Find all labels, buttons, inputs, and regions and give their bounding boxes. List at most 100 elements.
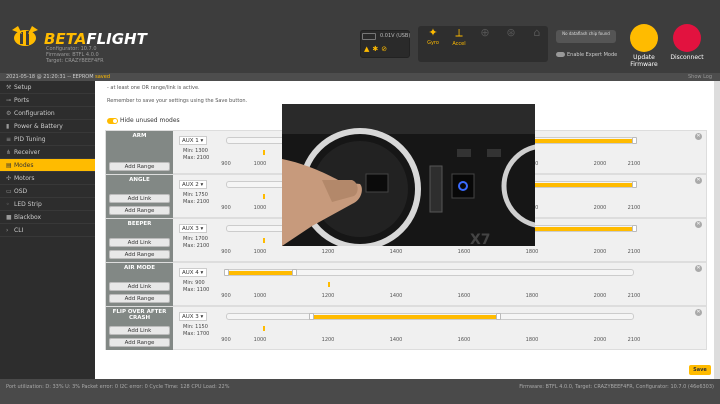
sidebar-item-label: Configuration: [14, 110, 55, 117]
tick-label: 1600: [457, 293, 471, 299]
add-link-button[interactable]: Add Link: [109, 282, 170, 291]
range-values: Min: 1300 Max: 2100: [183, 148, 209, 162]
add-range-button[interactable]: Add Range: [109, 338, 170, 347]
range-handle-max[interactable]: [632, 181, 637, 188]
sidebar-item-label: Setup: [14, 84, 32, 91]
range-max: Max: 2100: [183, 155, 210, 161]
hide-unused-toggle[interactable]: Hide unused modes: [107, 117, 180, 124]
add-link-button[interactable]: Add Link: [109, 194, 170, 203]
mode-name: ANGLE: [129, 177, 150, 183]
sidebar-item-motors[interactable]: ✣ Motors: [0, 172, 95, 185]
plug-icon: ⊸: [6, 97, 12, 104]
mode-header: BEEPER Add Link Add Range: [106, 219, 173, 262]
disconnect-label[interactable]: Disconnect: [666, 54, 708, 61]
tick-label: 900: [221, 205, 231, 211]
hide-unused-switch[interactable]: [107, 117, 118, 124]
remove-mode-icon[interactable]: ✕: [695, 265, 702, 272]
aux-channel-select[interactable]: AUX 1 ▾: [179, 136, 207, 145]
range-max: Max: 1700: [183, 331, 210, 337]
sidebar: ⚒ Setup ⊸ Ports ⚙ Configuration ▮ Power & Ba…: [0, 81, 95, 379]
add-link-button[interactable]: Add Link: [109, 238, 170, 247]
bee-logo-icon: [12, 26, 38, 46]
range-min: Min: 1150: [183, 324, 208, 330]
add-range-button[interactable]: Add Range: [109, 294, 170, 303]
tick-label: 2000: [593, 293, 607, 299]
channel-marker: [263, 194, 266, 199]
tick-label: 1000: [253, 249, 267, 255]
osd-icon: ▭: [6, 188, 12, 195]
sidebar-item-blackbox[interactable]: ■ Blackbox: [0, 211, 95, 224]
sidebar-item-pid-tuning[interactable]: ≡ PID Tuning: [0, 133, 95, 146]
update-firmware-label[interactable]: Update Firmware: [622, 54, 666, 68]
mode-name: AIR MODE: [124, 265, 155, 271]
tick-label: 1200: [321, 337, 335, 343]
sidebar-item-label: Blackbox: [14, 214, 42, 221]
battery-icon: ▮: [6, 123, 10, 130]
range-fill: [227, 271, 295, 275]
range-handle-max[interactable]: [292, 269, 297, 276]
channel-marker: [263, 326, 266, 331]
add-range-button[interactable]: Add Range: [109, 206, 170, 215]
tick-label: 1400: [389, 249, 403, 255]
aux-channel-select[interactable]: AUX 3 ▾: [179, 224, 207, 233]
sidebar-item-receiver[interactable]: ⋔ Receiver: [0, 146, 95, 159]
dataflash-status: No dataflash chip found: [556, 30, 616, 43]
mag-icon: ⊕: [480, 26, 490, 39]
aux-channel-select[interactable]: AUX 2 ▾: [179, 180, 207, 189]
save-button[interactable]: Save: [689, 365, 711, 375]
status-icons: ▲✱⊘: [364, 45, 390, 53]
remove-mode-icon[interactable]: ✕: [695, 177, 702, 184]
tick-label: 2000: [593, 161, 607, 167]
tick-label: 1600: [457, 249, 471, 255]
gyro-icon: ✦ Gyro: [420, 26, 446, 46]
sidebar-item-osd[interactable]: ▭ OSD: [0, 185, 95, 198]
log-saved: saved: [95, 74, 111, 80]
sidebar-item-label: LED Strip: [14, 201, 42, 208]
add-range-button[interactable]: Add Range: [109, 250, 170, 259]
expert-toggle-switch[interactable]: [556, 52, 565, 57]
sidebar-item-ports[interactable]: ⊸ Ports: [0, 94, 95, 107]
sidebar-item-setup[interactable]: ⚒ Setup: [0, 81, 95, 94]
aux-channel-select[interactable]: AUX 4 ▾: [179, 268, 207, 277]
scrollbar[interactable]: [714, 81, 720, 379]
gear-icon: ⚙: [6, 110, 12, 117]
remove-mode-icon[interactable]: ✕: [695, 133, 702, 140]
range-values: Min: 1750 Max: 2100: [183, 192, 209, 206]
mode-name: FLIP OVER AFTER CRASH: [112, 309, 167, 321]
led-icon: ◦: [6, 201, 10, 208]
firmware-info: Configurator: 10.7.0 Firmware: BTFL 4.0.…: [46, 46, 104, 64]
tick-label: 1800: [525, 249, 539, 255]
remove-mode-icon[interactable]: ✕: [695, 309, 702, 316]
update-firmware-button[interactable]: [630, 24, 658, 52]
range-handle-max[interactable]: [632, 225, 637, 232]
tick-label: 1200: [321, 293, 335, 299]
sidebar-item-modes[interactable]: ▤ Modes: [0, 159, 95, 172]
range-handle-max[interactable]: [632, 137, 637, 144]
wrench-icon: ⚒: [6, 84, 12, 91]
range-handle-max[interactable]: [496, 313, 501, 320]
range-handle-min[interactable]: [224, 269, 229, 276]
expert-mode-toggle[interactable]: Enable Expert Mode: [556, 52, 617, 58]
range-handle-min[interactable]: [309, 313, 314, 320]
remove-mode-icon[interactable]: ✕: [695, 221, 702, 228]
aux-channel-select[interactable]: AUX 3 ▾: [179, 312, 207, 321]
status-bar: Port utilization: D: 33% U: 3% Packet er…: [0, 379, 720, 404]
show-log-link[interactable]: Show Log: [688, 73, 712, 81]
add-link-button[interactable]: Add Link: [109, 326, 170, 335]
tick-labels: 900 1000 1200 1400 1600 1800 2000 2100: [221, 249, 640, 257]
hide-unused-label: Hide unused modes: [120, 117, 180, 124]
disconnect-button[interactable]: [673, 24, 701, 52]
add-range-button[interactable]: Add Range: [109, 162, 170, 171]
tick-label: 2000: [593, 337, 607, 343]
range-slider[interactable]: [226, 313, 634, 320]
sidebar-item-power-battery[interactable]: ▮ Power & Battery: [0, 120, 95, 133]
tick-label: 1000: [253, 161, 267, 167]
range-slider[interactable]: [224, 269, 634, 276]
motor-icon: ✣: [6, 175, 12, 182]
sidebar-item-configuration[interactable]: ⚙ Configuration: [0, 107, 95, 120]
battery-icon: [362, 33, 376, 40]
sidebar-item-cli[interactable]: › CLI: [0, 224, 95, 237]
tick-label: 2100: [627, 161, 641, 167]
sidebar-item-label: Motors: [14, 175, 35, 182]
sidebar-item-led-strip[interactable]: ◦ LED Strip: [0, 198, 95, 211]
